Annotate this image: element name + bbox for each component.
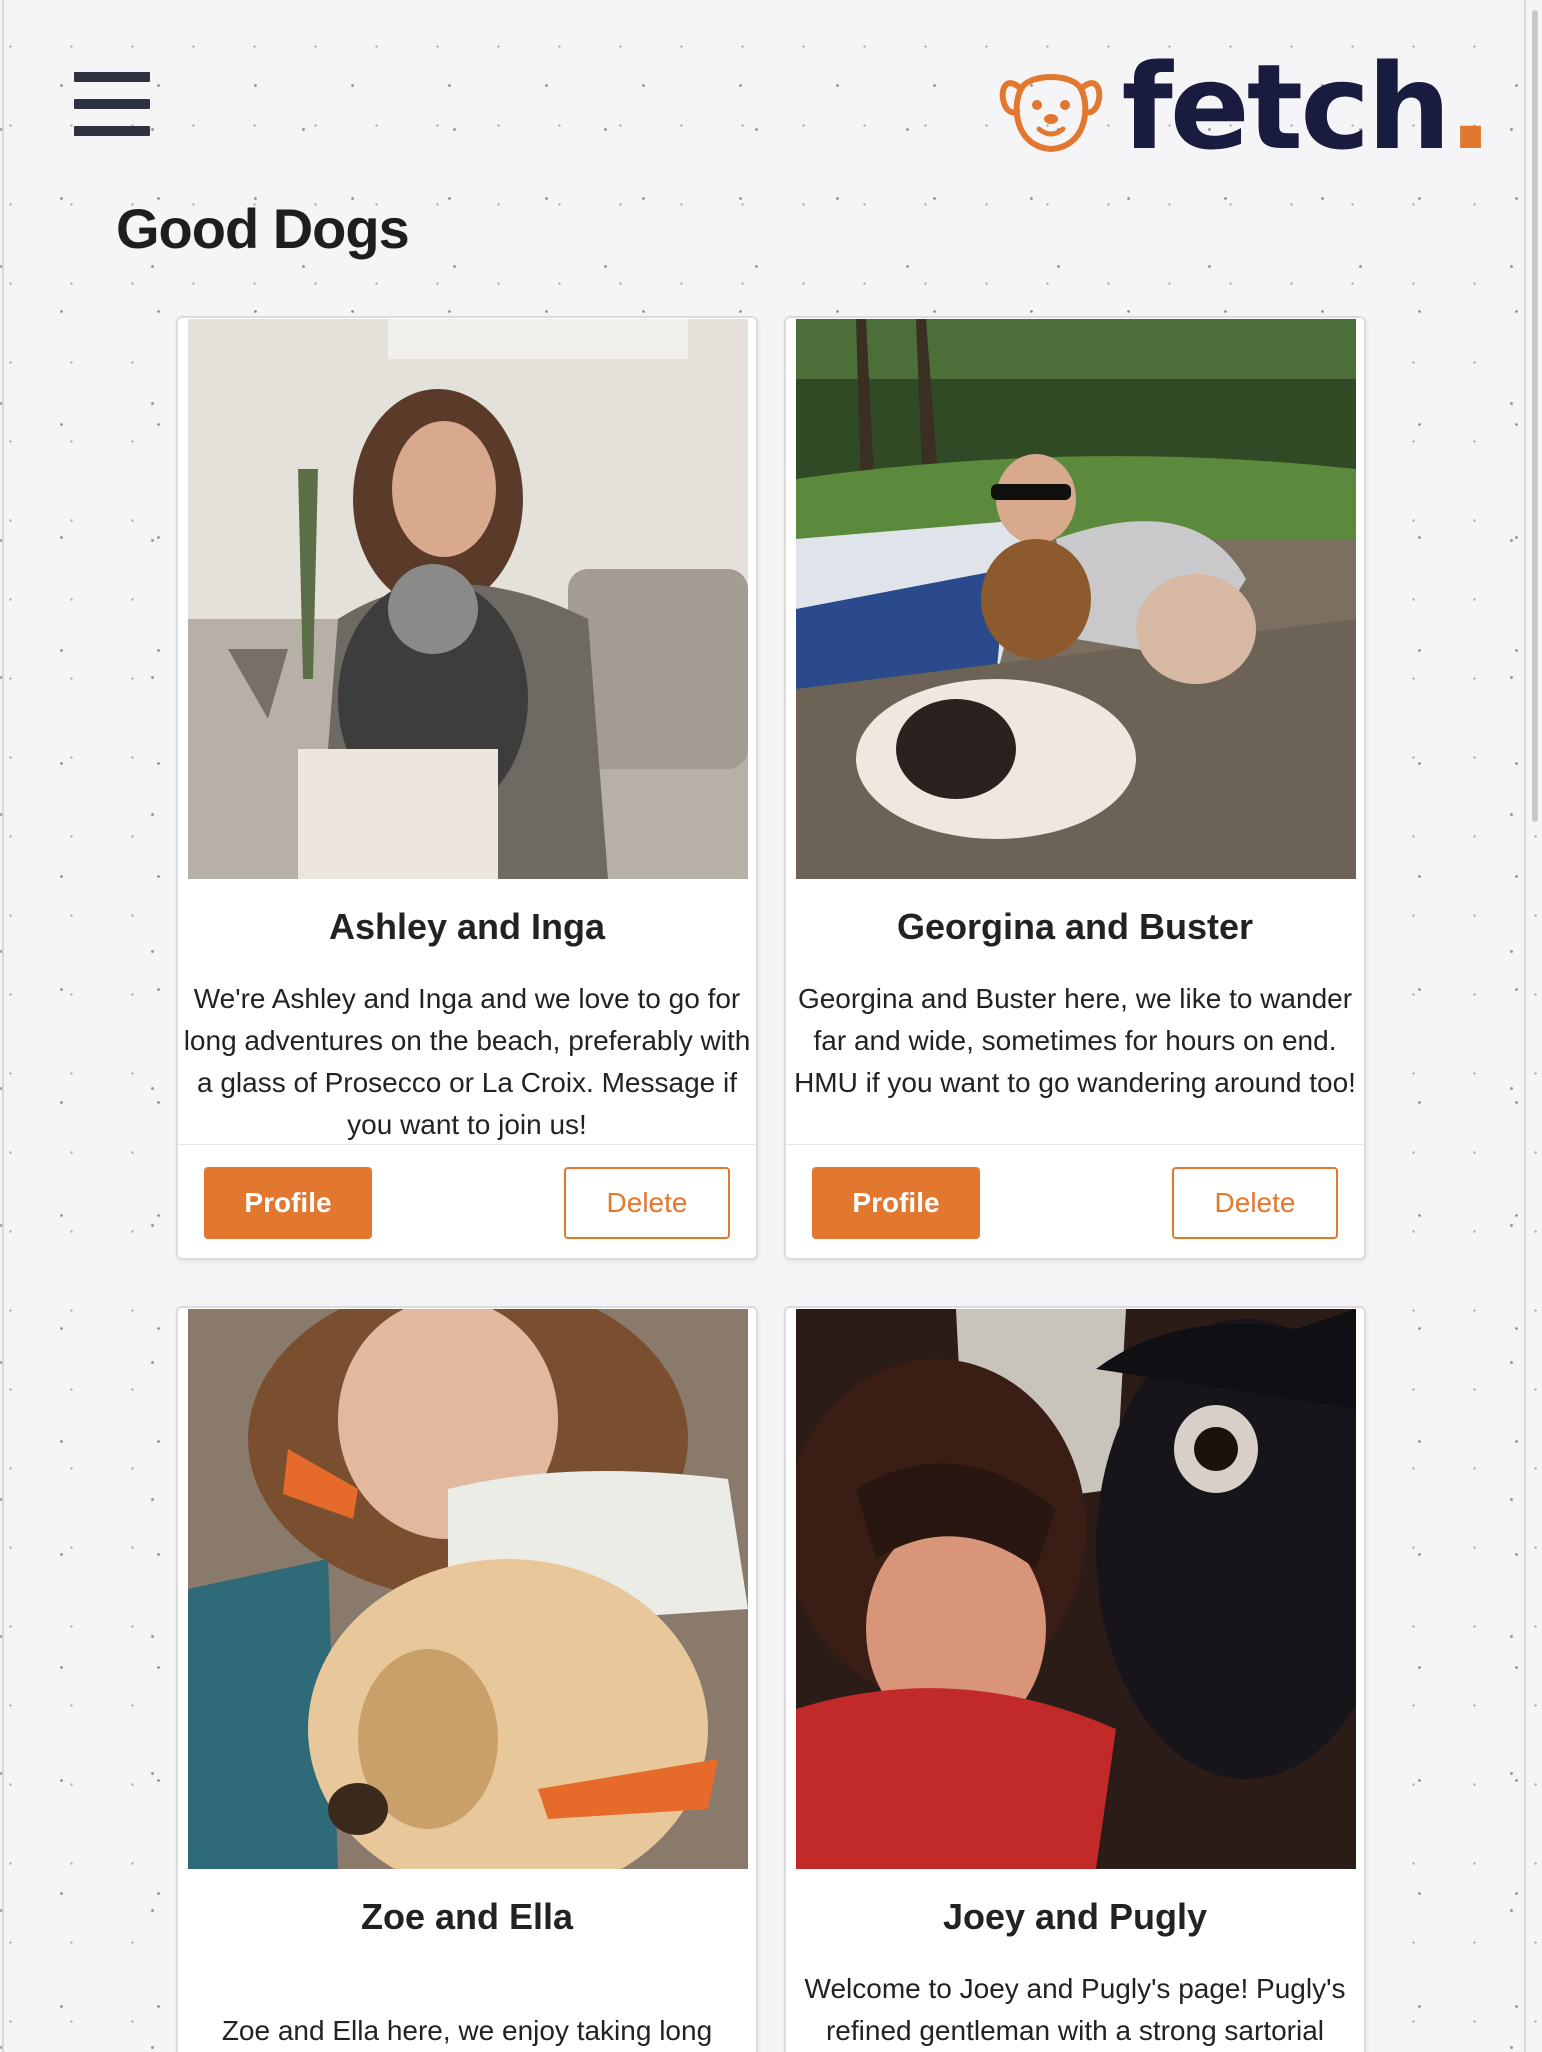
delete-button[interactable]: Delete [1172, 1167, 1338, 1239]
app-logo[interactable]: fetch. [999, 48, 1493, 166]
dog-photo [796, 319, 1356, 879]
dog-card: Georgina and Buster Georgina and Buster … [784, 316, 1366, 1260]
delete-button[interactable]: Delete [564, 1167, 730, 1239]
scrollbar[interactable] [1532, 10, 1538, 822]
card-description: Zoe and Ella here, we enjoy taking long [221, 2015, 713, 2046]
menu-bar [74, 126, 150, 136]
card-description: Georgina and Buster here, we like to wan… [794, 983, 1356, 1098]
card-title: Ashley and Inga [328, 906, 606, 947]
profile-button[interactable]: Profile [204, 1167, 372, 1239]
card-title: Georgina and Buster [896, 906, 1254, 947]
page-title: Good Dogs [116, 197, 410, 260]
dog-photo [188, 1309, 748, 1869]
card-actions: Profile Delete [178, 1144, 756, 1258]
menu-bar [74, 72, 150, 82]
dog-photo [188, 319, 748, 879]
menu-bar [74, 99, 150, 109]
card-description: We're Ashley and Inga and we love to go … [183, 983, 751, 1140]
hamburger-menu-icon[interactable] [74, 72, 150, 136]
card-title: Joey and Pugly [942, 1896, 1208, 1937]
logo-wordmark: fetch. [1121, 48, 1493, 166]
dog-photo [796, 1309, 1356, 1869]
dog-face-icon [1000, 74, 1103, 153]
logo-dot: . [1448, 38, 1493, 176]
card-actions: Profile Delete [786, 1144, 1364, 1258]
profile-button[interactable]: Profile [812, 1167, 980, 1239]
card-description: Welcome to Joey and Pugly's page! Pugly'… [804, 1973, 1346, 2046]
dog-card: Joey and Pugly Welcome to Joey and Pugly… [784, 1306, 1366, 2052]
card-title: Zoe and Ella [360, 1896, 574, 1937]
dog-card: Ashley and Inga We're Ashley and Inga an… [176, 316, 758, 1260]
logo-text: fetch [1121, 38, 1451, 176]
dog-card: Zoe and Ella Zoe and Ella here, we enjoy… [176, 1306, 758, 2052]
